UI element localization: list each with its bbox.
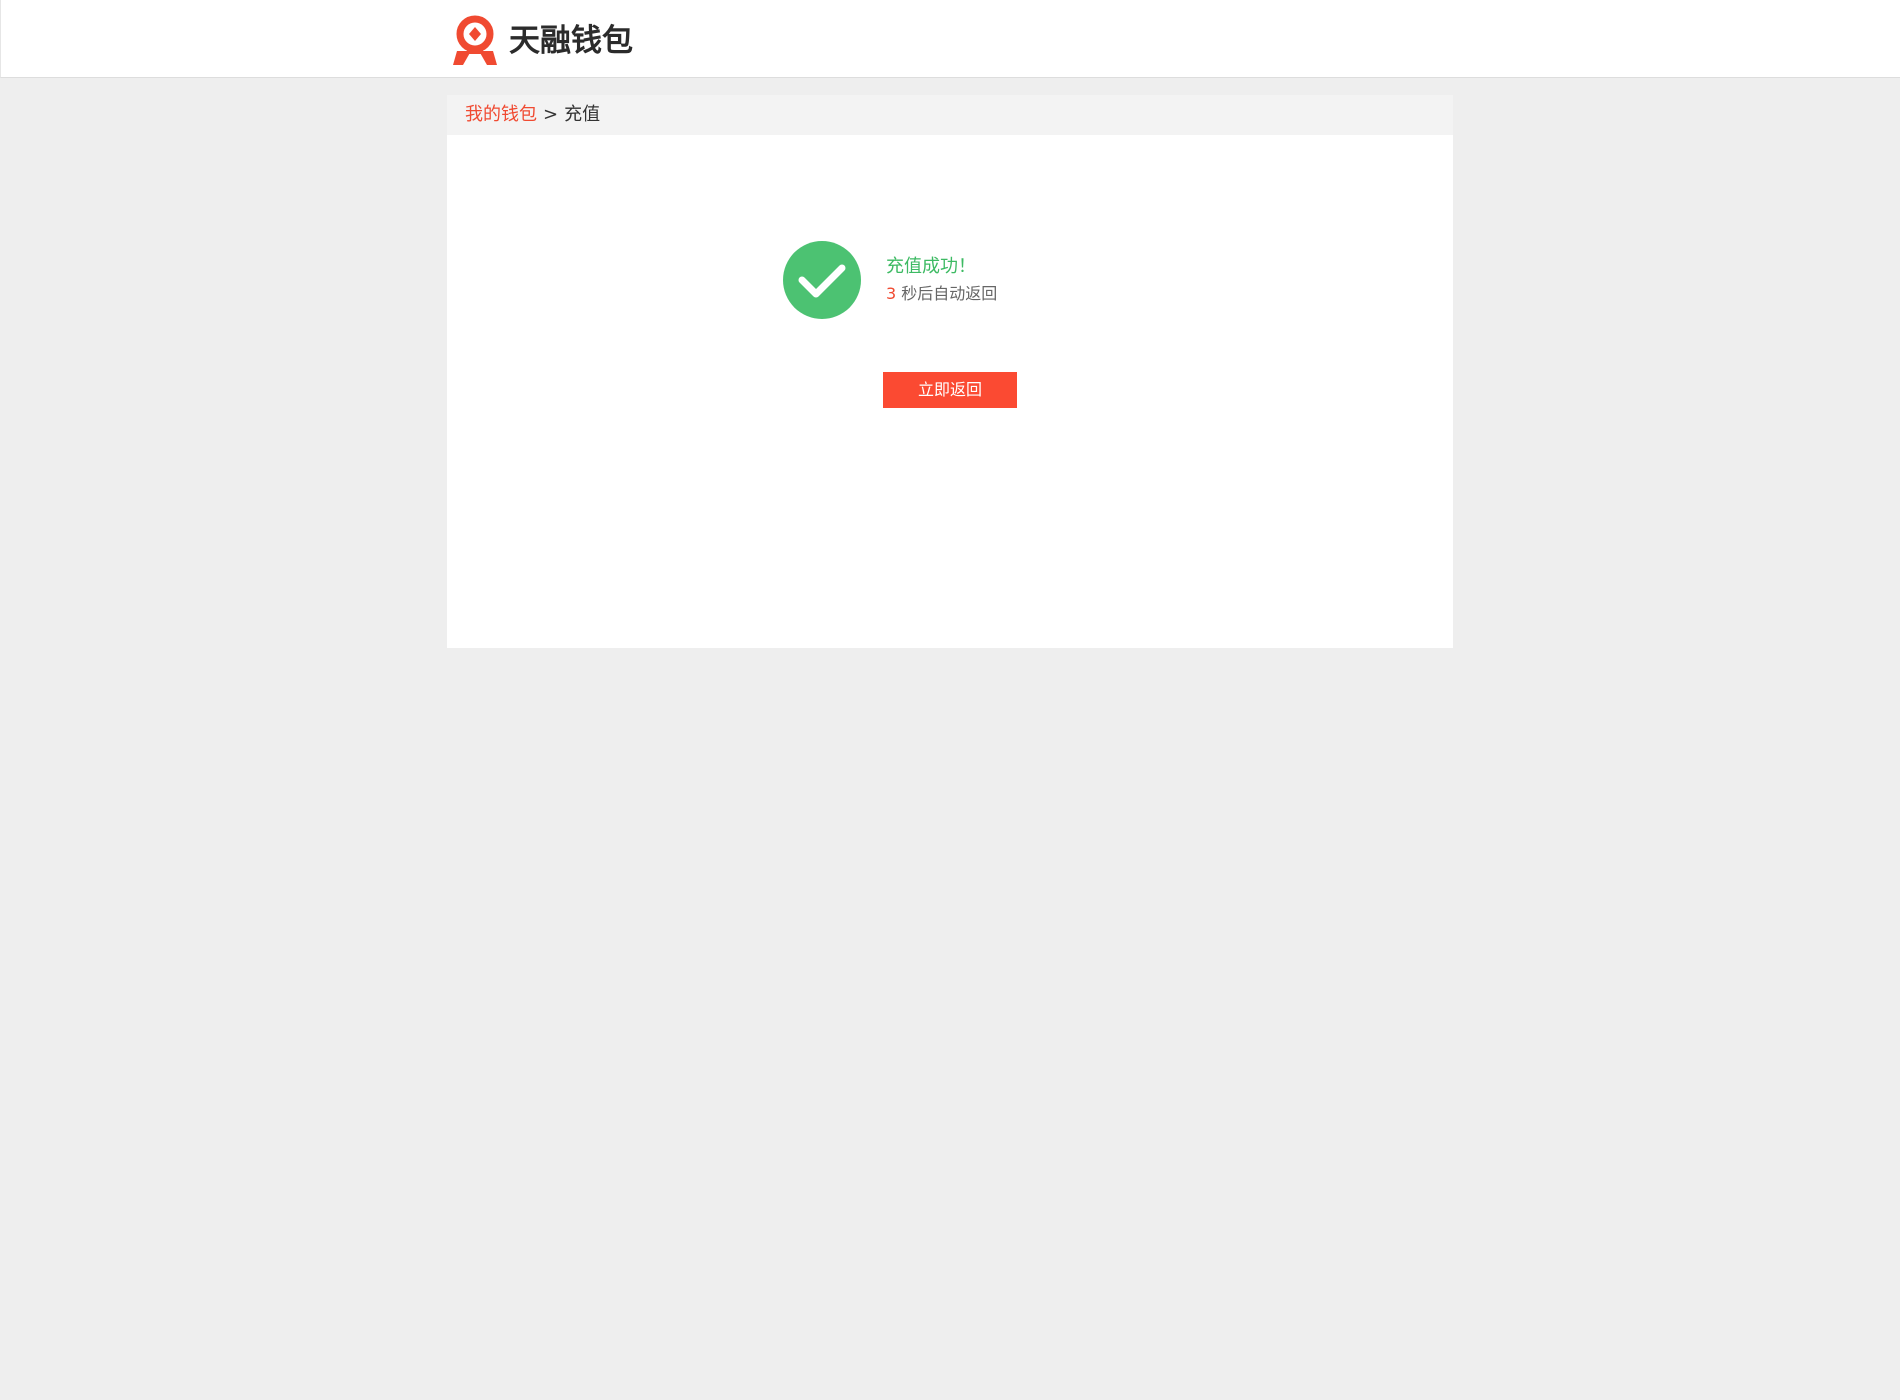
wallet-logo-icon [453,15,497,65]
success-message: 充值成功！ 3 秒后自动返回 [783,241,997,319]
breadcrumb-my-wallet-link[interactable]: 我的钱包 [465,95,537,135]
countdown-text: 秒后自动返回 [901,284,998,303]
breadcrumb-separator: > [543,104,559,125]
brand-logo[interactable]: 天融钱包 [449,15,633,67]
return-now-button[interactable]: 立即返回 [883,372,1017,408]
top-header: 天融钱包 [0,0,1900,78]
countdown-number: 3 [886,284,897,303]
success-check-icon [783,241,861,319]
brand-name: 天融钱包 [509,23,633,59]
breadcrumb: 我的钱包 > 充值 [447,95,1453,135]
countdown-line: 3 秒后自动返回 [886,283,997,305]
success-title: 充值成功！ [886,256,976,277]
breadcrumb-current: 充值 [564,104,601,125]
success-text-group: 充值成功！ 3 秒后自动返回 [886,255,997,305]
recharge-result-panel: 我的钱包 > 充值 充值成功！ 3 秒后自动返回 立即返回 [447,95,1453,648]
